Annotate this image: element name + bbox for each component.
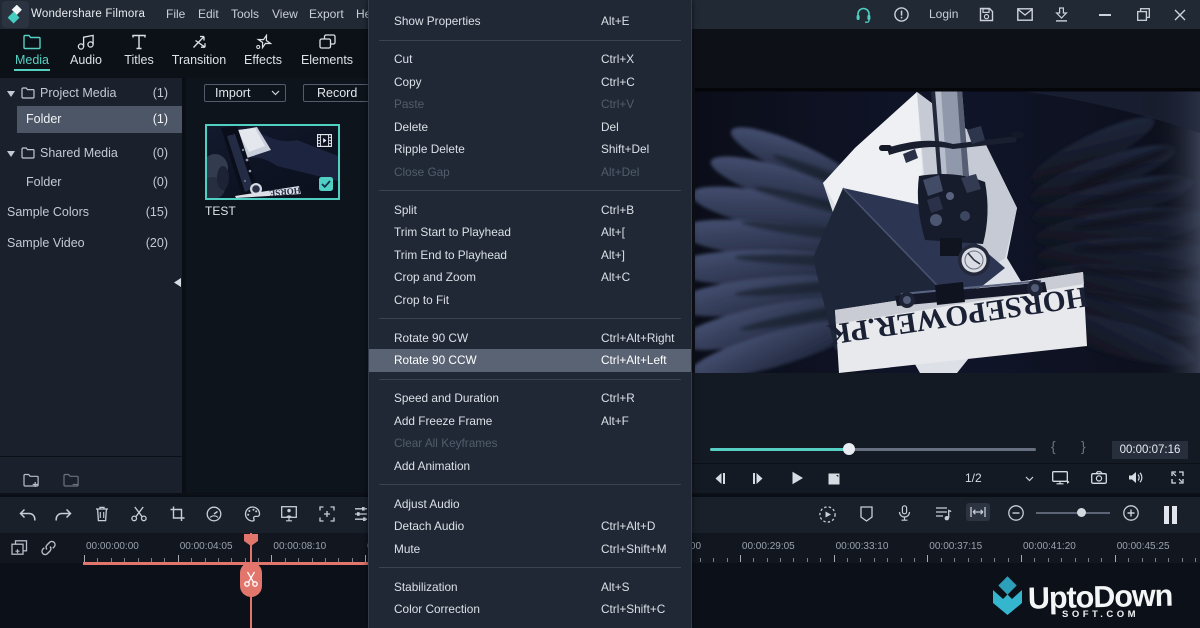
svg-text:SOFT.COM: SOFT.COM [1062, 609, 1139, 620]
